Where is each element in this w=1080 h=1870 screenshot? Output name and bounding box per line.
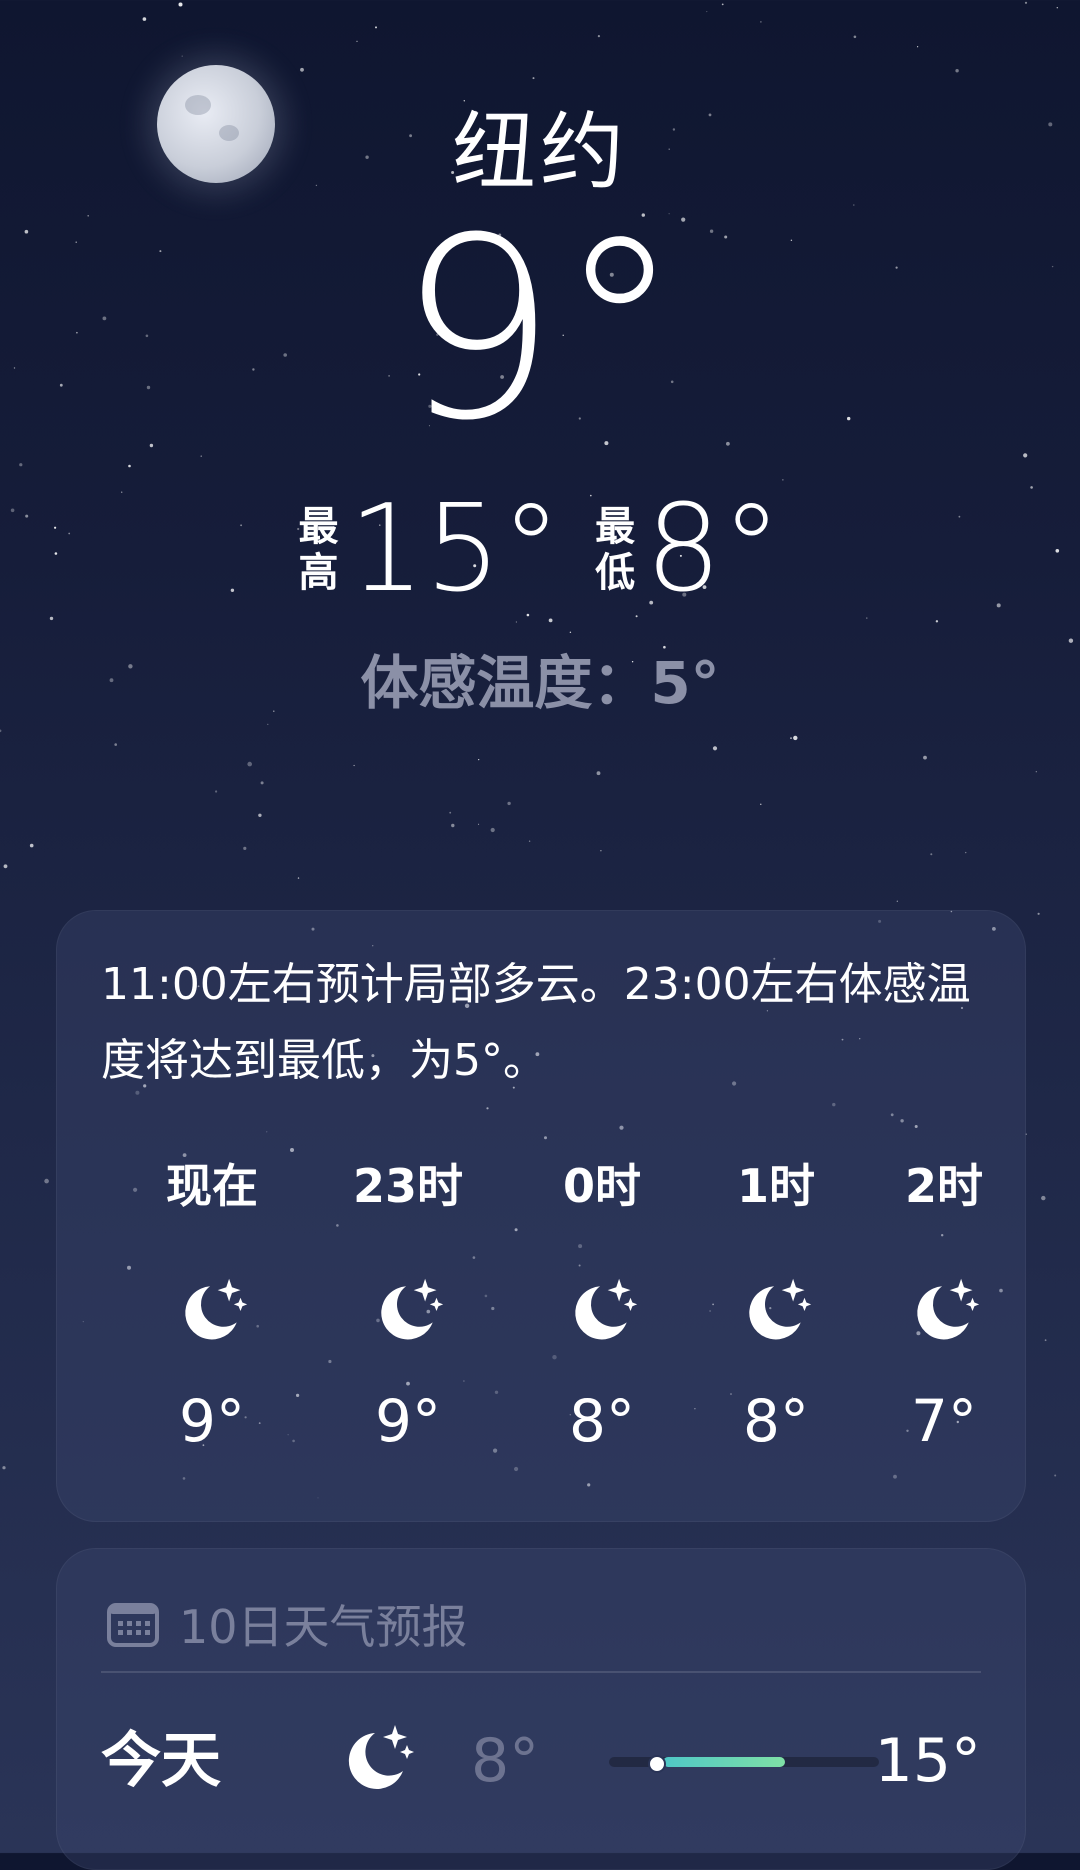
low-label-char-2: 低	[595, 550, 636, 596]
divider	[101, 1671, 981, 1673]
current-temperature: 9°	[397, 184, 683, 475]
hourly-time: 0时	[562, 1159, 641, 1213]
forecast-day: 今天	[101, 1726, 221, 1796]
hourly-temp: 9°	[179, 1387, 245, 1455]
hourly-time: 1时	[736, 1159, 815, 1213]
hourly-temp: 9°	[375, 1387, 441, 1455]
hourly-summary: 11:00左右预计局部多云。23:00左右体感温度将达到最低，为5°。	[101, 959, 971, 1086]
hourly-item: 23时 9°	[333, 1151, 483, 1461]
forecast-row-today[interactable]: 今天 8° 15°	[101, 1711, 981, 1811]
hourly-item: 0时 8°	[527, 1151, 677, 1461]
high-temperature: 最 高 15°	[298, 490, 561, 610]
hourly-item: 2时 7°	[869, 1151, 1019, 1461]
moon-stars-icon	[527, 1261, 677, 1361]
low-temperature: 最 低 8°	[595, 490, 781, 610]
high-low-temperatures: 最 高 15° 最 低 8°	[0, 490, 1080, 610]
calendar-icon	[107, 1603, 159, 1647]
forecast-high: 15°	[874, 1726, 981, 1796]
hourly-time: 现在	[166, 1159, 258, 1213]
low-value: 8°	[645, 480, 782, 619]
moon-stars-icon	[137, 1261, 287, 1361]
forecast-header-label: 10日天气预报	[179, 1600, 468, 1654]
current-temperature-marker	[647, 1755, 666, 1773]
moon-stars-icon	[701, 1261, 851, 1361]
hourly-item: 1时 8°	[701, 1151, 851, 1461]
feels-like-temperature: 体感温度：5°	[360, 649, 720, 717]
hourly-time: 23时	[352, 1159, 463, 1213]
hourly-time: 2时	[904, 1159, 983, 1213]
hourly-item: 现在 9°	[137, 1151, 287, 1461]
hourly-temp: 8°	[743, 1387, 809, 1455]
forecast-header: 10日天气预报	[107, 1591, 468, 1657]
ten-day-forecast-card[interactable]: 10日天气预报 今天 8° 15°	[56, 1548, 1026, 1870]
moon-stars-icon	[333, 1261, 483, 1361]
low-label-char-1: 最	[595, 504, 636, 550]
temperature-range-bar	[609, 1755, 879, 1773]
high-value: 15°	[348, 480, 562, 619]
moon-stars-icon	[337, 1719, 417, 1803]
forecast-low: 8°	[471, 1726, 540, 1796]
high-label-char-1: 最	[298, 504, 339, 550]
hourly-temp: 7°	[911, 1387, 977, 1455]
hourly-temp: 8°	[569, 1387, 635, 1455]
high-label-char-2: 高	[298, 550, 339, 596]
temperature-range-fill	[663, 1757, 785, 1767]
hourly-scroller[interactable]: 现在9°23时9°0时8°1时8°2时7°3时	[57, 1151, 1025, 1471]
hourly-forecast-card[interactable]: 11:00左右预计局部多云。23:00左右体感温度将达到最低，为5°。 现在 9°…	[56, 910, 1026, 1522]
high-label: 最 高	[298, 504, 338, 596]
low-label: 最 低	[595, 504, 635, 596]
moon-stars-icon	[869, 1261, 1019, 1361]
